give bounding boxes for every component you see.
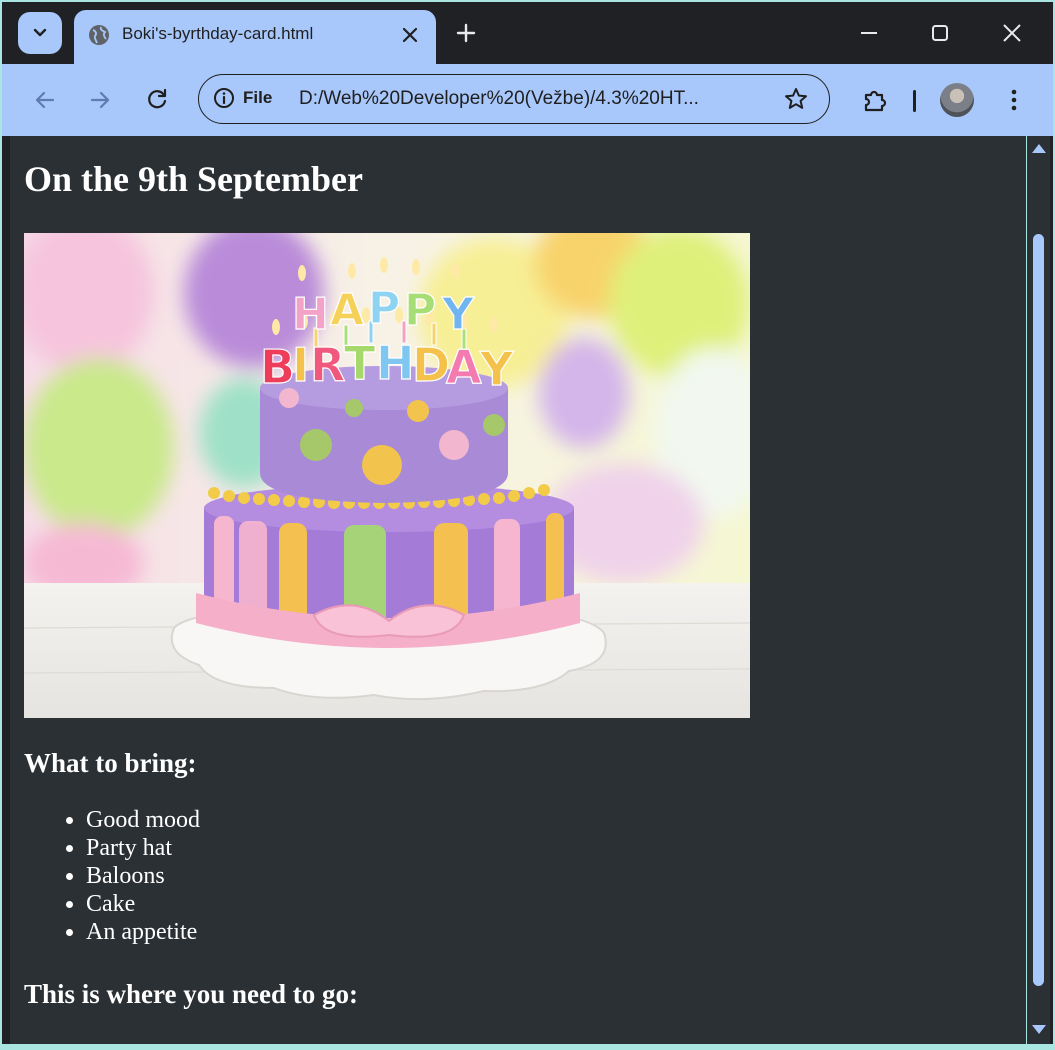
tab-strip: Boki's-byrthday-card.html (2, 2, 1053, 64)
svg-text:P: P (404, 285, 436, 336)
svg-text:H: H (292, 289, 329, 340)
maximize-icon[interactable] (926, 19, 954, 47)
bring-list: Good mood Party hat Baloons Cake An appe… (46, 806, 200, 946)
info-icon (214, 88, 234, 108)
star-icon[interactable] (783, 86, 809, 112)
toolbar-divider (913, 90, 916, 112)
svg-text:A: A (330, 285, 364, 336)
where-to-go-heading: This is where you need to go: (24, 979, 359, 1009)
svg-text:R: R (310, 338, 345, 392)
puzzle-icon[interactable] (859, 84, 891, 116)
kebab-menu-icon[interactable] (998, 84, 1030, 116)
globe-icon (89, 25, 109, 45)
list-item: An appetite (86, 918, 200, 946)
window-bottom-edge (2, 1044, 1053, 1048)
list-item: Cake (86, 890, 200, 918)
scroll-up-arrow-icon[interactable] (1031, 142, 1047, 154)
list-item: Party hat (86, 834, 200, 862)
svg-text:P: P (368, 283, 400, 334)
birthday-cake-illustration: H A P P Y B I R T H D A Y (24, 233, 750, 718)
minimize-icon[interactable] (855, 19, 883, 47)
list-item: Baloons (86, 862, 200, 890)
svg-text:H: H (376, 336, 415, 390)
reload-icon[interactable] (143, 86, 171, 114)
close-icon[interactable] (398, 23, 422, 47)
svg-text:T: T (344, 336, 376, 390)
plus-icon[interactable] (452, 19, 480, 47)
tab-search-button[interactable] (18, 12, 62, 54)
close-icon[interactable] (998, 19, 1026, 47)
svg-text:B: B (260, 340, 295, 394)
scrollbar-thumb[interactable] (1033, 234, 1044, 986)
chevron-down-icon (33, 28, 47, 37)
svg-text:Y: Y (479, 342, 514, 396)
svg-text:Y: Y (441, 289, 475, 340)
what-to-bring-heading: What to bring: (24, 748, 197, 778)
svg-text:I: I (292, 338, 309, 392)
vertical-scrollbar[interactable] (1026, 136, 1050, 1044)
scroll-down-arrow-icon[interactable] (1031, 1024, 1047, 1036)
list-item: Good mood (86, 806, 200, 834)
tab-title: Boki's-byrthday-card.html (122, 24, 314, 43)
svg-text:D: D (412, 338, 450, 392)
svg-text:A: A (446, 340, 482, 394)
arrow-left-icon[interactable] (31, 86, 59, 114)
browser-window: Boki's-byrthday-card.html File D:/Web%20… (0, 0, 1055, 1050)
page-viewport: On the 9th September H A P P Y B I R T H… (10, 136, 1026, 1044)
page-title: On the 9th September (24, 159, 363, 199)
birthday-cake-image: H A P P Y B I R T H D A Y (24, 233, 750, 718)
toolbar: File D:/Web%20Developer%20(Vežbe)/4.3%20… (2, 64, 1053, 136)
address-bar[interactable]: File D:/Web%20Developer%20(Vežbe)/4.3%20… (198, 74, 830, 124)
avatar[interactable] (940, 83, 974, 117)
arrow-right-icon[interactable] (86, 86, 114, 114)
site-label: File (243, 88, 273, 107)
active-tab[interactable]: Boki's-byrthday-card.html (74, 10, 436, 64)
site-info-button[interactable]: File (213, 87, 272, 109)
url-text[interactable]: D:/Web%20Developer%20(Vežbe)/4.3%20HT... (299, 88, 699, 110)
